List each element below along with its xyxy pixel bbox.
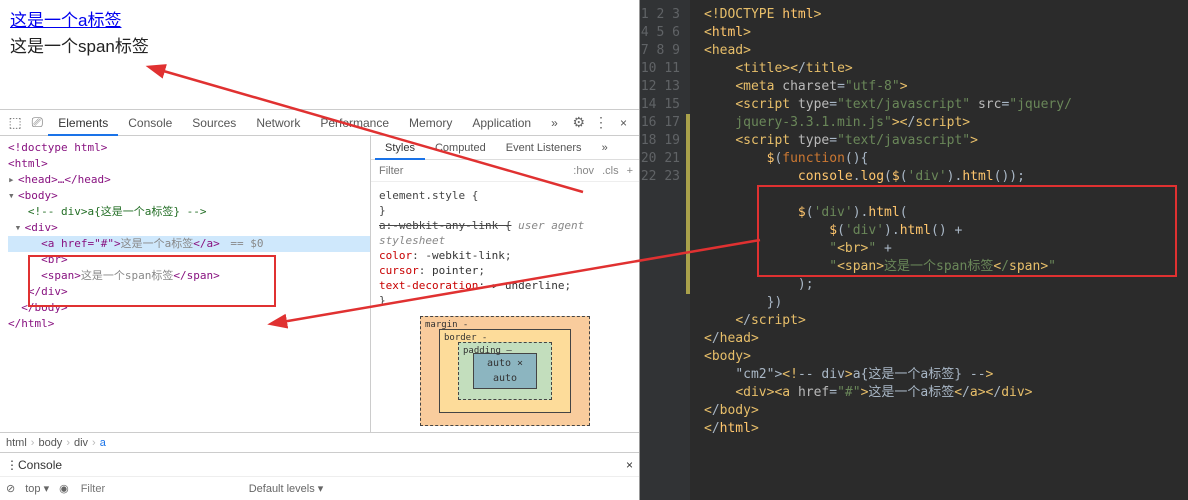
tab-memory[interactable]: Memory: [399, 110, 462, 136]
tab-sources[interactable]: Sources: [182, 110, 246, 136]
settings-icon[interactable]: ⚙: [568, 114, 590, 131]
device-icon[interactable]: ⎚: [26, 114, 48, 131]
rendered-page: 这是一个a标签 这是一个span标签: [0, 0, 639, 109]
styles-tab[interactable]: Styles: [375, 136, 425, 160]
eventlisteners-tab[interactable]: Event Listeners: [496, 136, 592, 160]
tab-network[interactable]: Network: [246, 110, 310, 136]
code-editor[interactable]: 1 2 3 4 5 6 7 8 9 10 11 12 13 14 15 16 1…: [640, 0, 1188, 500]
clear-console-icon[interactable]: ⊘: [6, 482, 15, 495]
demo-link[interactable]: 这是一个a标签: [10, 11, 121, 30]
selected-node[interactable]: <a href="#">这是一个a标签</a> == $0: [8, 236, 370, 252]
demo-span: 这是一个span标签: [10, 37, 149, 56]
context-selector[interactable]: top ▾: [25, 482, 49, 495]
close-devtools[interactable]: ×: [612, 116, 635, 130]
console-drawer-tab[interactable]: ⋮ Console ×: [0, 452, 639, 476]
tabs-more[interactable]: »: [541, 110, 568, 136]
computed-tab[interactable]: Computed: [425, 136, 496, 160]
log-levels[interactable]: Default levels ▾: [249, 482, 324, 495]
cls-toggle[interactable]: .cls: [602, 165, 619, 177]
styles-pane: Styles Computed Event Listeners » :hov .…: [370, 136, 639, 432]
breadcrumb[interactable]: html› body› div› a: [0, 432, 639, 452]
more-icon[interactable]: ⋮: [590, 114, 612, 131]
tab-performance[interactable]: Performance: [310, 110, 399, 136]
gutter: 1 2 3 4 5 6 7 8 9 10 11 12 13 14 15 16 1…: [640, 0, 690, 500]
console-toolbar: ⊘ top ▾ ◉ Default levels ▾: [0, 476, 639, 500]
tab-console[interactable]: Console: [118, 110, 182, 136]
new-rule[interactable]: +: [627, 165, 633, 177]
live-expr-icon[interactable]: ◉: [59, 482, 69, 495]
elements-tree[interactable]: <!doctype html> <html> ▸<head>…</head> ▾…: [0, 136, 370, 432]
console-filter[interactable]: [79, 482, 239, 496]
devtools-tabbar: ⬚ ⎚ Elements Console Sources Network Per…: [0, 110, 639, 136]
styles-more[interactable]: »: [592, 136, 618, 160]
close-drawer[interactable]: ×: [626, 458, 633, 472]
inspect-icon[interactable]: ⬚: [4, 114, 26, 131]
devtools: ⬚ ⎚ Elements Console Sources Network Per…: [0, 109, 639, 500]
styles-filter[interactable]: [377, 164, 565, 178]
tab-application[interactable]: Application: [462, 110, 541, 136]
hov-toggle[interactable]: :hov: [573, 165, 594, 177]
tab-elements[interactable]: Elements: [48, 110, 118, 136]
box-model: margin - border - padding – auto × auto: [420, 316, 590, 426]
